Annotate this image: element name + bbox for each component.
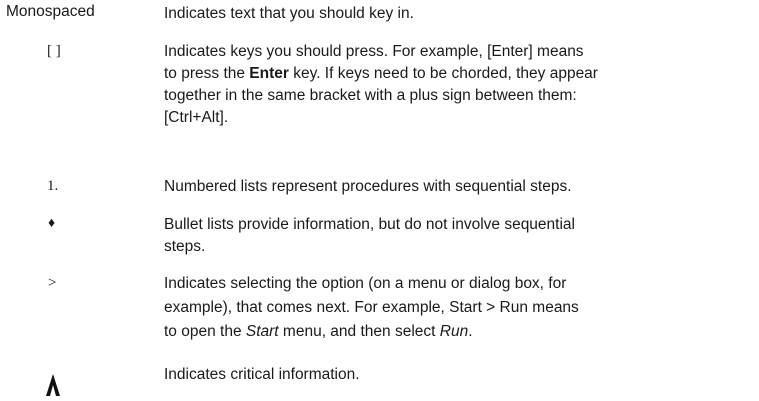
numbered-symbol: 1. <box>47 178 59 194</box>
brackets-line-3: together in the same bracket with a plus… <box>164 87 577 104</box>
bullet-diamond-icon: ♦ <box>48 216 56 231</box>
enter-key-label: Enter <box>249 65 289 82</box>
brackets-line-1: Indicates keys you should press. For exa… <box>164 43 584 60</box>
bullet-line-2: steps. <box>164 238 206 255</box>
arrow-description: Indicates selecting the option (on a men… <box>164 272 734 344</box>
brackets-symbol: [ ] <box>47 43 61 59</box>
brackets-line-2: to press the Enter key. If keys need to … <box>164 65 598 82</box>
bullet-description: Bullet lists provide information, but do… <box>164 214 734 258</box>
monospaced-label: Monospaced <box>6 3 95 20</box>
arrow-line-1: Indicates selecting the option (on a men… <box>164 275 567 292</box>
arrow-symbol: > <box>48 275 57 291</box>
caution-icon <box>45 372 61 401</box>
run-label: Run <box>439 323 469 340</box>
arrow-line-2: example), that comes next. For example, … <box>164 299 579 316</box>
start-menu-label: Start <box>245 323 279 340</box>
bullet-line-1: Bullet lists provide information, but do… <box>164 216 575 233</box>
numbered-description: Numbered lists represent procedures with… <box>164 178 572 195</box>
arrow-line-3: to open the Start menu, and then select … <box>164 323 473 340</box>
monospaced-description: Indicates text that you should key in. <box>164 5 414 22</box>
brackets-line-4: [Ctrl+Alt]. <box>164 109 229 126</box>
caution-description: Indicates critical information. <box>164 366 360 383</box>
brackets-description: Indicates keys you should press. For exa… <box>164 41 734 129</box>
